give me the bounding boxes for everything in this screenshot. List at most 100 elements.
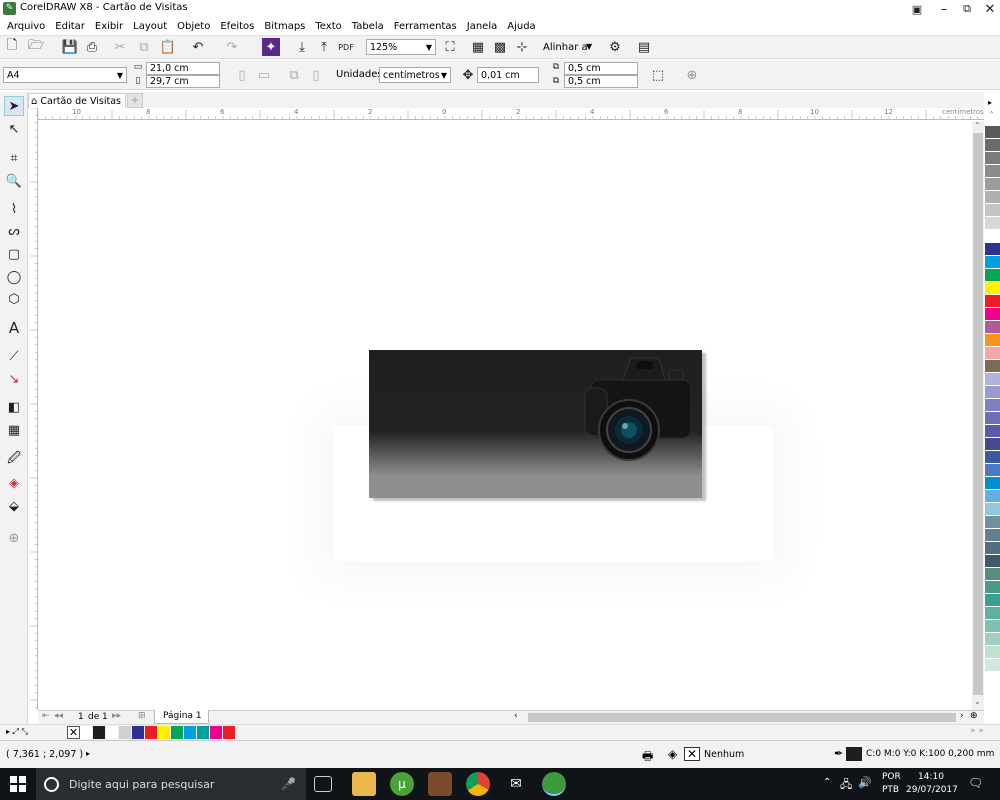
document-swatch[interactable]: [132, 726, 145, 739]
palette-swatch[interactable]: [985, 594, 1000, 607]
menu-bitmaps[interactable]: Bitmaps: [264, 21, 305, 32]
menu-editar[interactable]: Editar: [55, 21, 85, 32]
clock-time[interactable]: 14:10: [918, 772, 944, 782]
palette-swatch[interactable]: [985, 464, 1000, 477]
scroll-right-arrow-icon[interactable]: ›: [960, 711, 964, 721]
drawing-canvas[interactable]: [38, 121, 972, 710]
search-content-icon[interactable]: ✦: [262, 38, 280, 56]
menu-tabela[interactable]: Tabela: [352, 21, 384, 32]
smart-fill-icon[interactable]: ⬙: [4, 496, 24, 516]
dimension-tool-icon[interactable]: ⟋: [4, 346, 24, 366]
palette-swatch[interactable]: [985, 568, 1000, 581]
palette-swatch[interactable]: [985, 438, 1000, 451]
save-icon[interactable]: 💾: [60, 37, 80, 57]
document-swatch[interactable]: [210, 726, 223, 739]
copy-icon[interactable]: ⧉: [134, 37, 154, 57]
landscape-icon[interactable]: ▭: [254, 65, 274, 85]
transparency-tool-icon[interactable]: ▦: [4, 420, 24, 440]
clock-date[interactable]: 29/07/2017: [906, 785, 958, 795]
palette-swatch[interactable]: [985, 516, 1000, 529]
crop-tool-icon[interactable]: ⌗: [4, 148, 24, 168]
coreldraw-taskbar-icon[interactable]: [542, 772, 566, 796]
task-view-icon[interactable]: [314, 776, 332, 792]
new-document-icon[interactable]: 🗋: [2, 37, 22, 57]
palette-scroll-up-icon[interactable]: ⌃: [988, 110, 995, 119]
business-card[interactable]: [369, 350, 702, 498]
next-page-icon[interactable]: ▸▸: [112, 711, 121, 721]
palette-swatch[interactable]: [985, 243, 1000, 256]
nudge-distance-field[interactable]: 0,01 cm: [477, 67, 539, 83]
page-width-field[interactable]: 21,0 cm: [146, 62, 220, 75]
palette-swatch[interactable]: [985, 607, 1000, 620]
scroll-left-arrow-icon[interactable]: ‹: [514, 711, 518, 721]
cut-icon[interactable]: ✂: [110, 37, 130, 57]
show-grid-icon[interactable]: ▩: [490, 37, 510, 57]
outline-pen-icon[interactable]: ✒: [834, 747, 843, 760]
page-tab[interactable]: Página 1: [154, 710, 209, 724]
palette-swatch[interactable]: [985, 191, 1000, 204]
undo-icon[interactable]: ↶: [188, 37, 208, 57]
palette-swatch[interactable]: [985, 555, 1000, 568]
network-icon[interactable]: 🖧: [840, 776, 852, 795]
connector-tool-icon[interactable]: ↘: [4, 369, 24, 389]
color-proof-icon[interactable]: 🖶: [642, 747, 653, 768]
palette-swatch[interactable]: [985, 529, 1000, 542]
chevron-down-icon[interactable]: ▼: [586, 42, 592, 51]
paste-icon[interactable]: 📋: [158, 37, 178, 57]
palette-swatch[interactable]: [985, 217, 1000, 230]
palette-swatch[interactable]: [985, 542, 1000, 555]
add-plus-icon[interactable]: ⊕: [682, 65, 702, 85]
expand-arrow-icon[interactable]: ▸: [86, 749, 90, 758]
menu-texto[interactable]: Texto: [315, 21, 341, 32]
palette-swatch[interactable]: [985, 373, 1000, 386]
palette-swatch[interactable]: [985, 178, 1000, 191]
document-swatch[interactable]: [80, 726, 93, 739]
palette-swatch[interactable]: [985, 334, 1000, 347]
new-tab-button[interactable]: +: [127, 93, 143, 108]
zoom-tool-icon[interactable]: 🔍: [4, 171, 24, 191]
add-tool-icon[interactable]: ⊕: [4, 528, 24, 548]
first-page-icon[interactable]: ⇤: [42, 711, 50, 721]
lang-top[interactable]: POR: [882, 772, 901, 782]
palette-swatch[interactable]: [985, 152, 1000, 165]
palette-swatch[interactable]: [985, 620, 1000, 633]
page-size-select[interactable]: A4 ▼: [3, 67, 127, 83]
camera-image[interactable]: [581, 352, 701, 464]
menu-arquivo[interactable]: Arquivo: [7, 21, 45, 32]
palette-swatch[interactable]: [985, 581, 1000, 594]
palette-swatch[interactable]: [985, 386, 1000, 399]
document-swatches[interactable]: [80, 726, 236, 739]
drop-shadow-icon[interactable]: ◧: [4, 397, 24, 417]
outline-color-swatch[interactable]: [846, 747, 862, 761]
prev-page-icon[interactable]: ◂◂: [54, 711, 63, 721]
menu-efeitos[interactable]: Efeitos: [220, 21, 254, 32]
palette-swatch[interactable]: [985, 269, 1000, 282]
page-height-field[interactable]: 29,7 cm: [146, 75, 220, 88]
microphone-icon[interactable]: 🎤: [281, 777, 296, 791]
menu-janela[interactable]: Janela: [467, 21, 497, 32]
shape-tool-icon[interactable]: ↖: [4, 119, 24, 139]
all-pages-icon[interactable]: ⧉: [284, 65, 304, 85]
palette-swatch[interactable]: [985, 230, 1000, 243]
portrait-icon[interactable]: ▯: [232, 65, 252, 85]
palette-swatch[interactable]: [985, 139, 1000, 152]
zoom-navigator-icon[interactable]: ⊕: [970, 711, 978, 721]
palette-menu-icon[interactable]: ▸ ⤢ ⤡: [6, 727, 28, 737]
scroll-thumb[interactable]: [973, 133, 983, 695]
scroll-down-arrow-icon[interactable]: ⌄: [974, 697, 981, 706]
document-swatch[interactable]: [119, 726, 132, 739]
palette-swatch[interactable]: [985, 347, 1000, 360]
document-swatch[interactable]: [171, 726, 184, 739]
file-explorer-icon[interactable]: [352, 772, 376, 796]
zoom-level-select[interactable]: 125% ▼: [366, 39, 436, 55]
rectangle-tool-icon[interactable]: ▢: [4, 244, 24, 264]
utorrent-icon[interactable]: µ: [390, 772, 414, 796]
ellipse-tool-icon[interactable]: ◯: [4, 267, 24, 287]
show-guidelines-icon[interactable]: ⊹: [512, 37, 532, 57]
palette-swatch[interactable]: [985, 659, 1000, 672]
freehand-tool-icon[interactable]: ⌇: [4, 199, 24, 219]
current-page-icon[interactable]: ▯: [306, 65, 326, 85]
redo-icon[interactable]: ↷: [222, 37, 242, 57]
menu-objeto[interactable]: Objeto: [177, 21, 210, 32]
interactive-fill-icon[interactable]: ◈: [4, 473, 24, 493]
